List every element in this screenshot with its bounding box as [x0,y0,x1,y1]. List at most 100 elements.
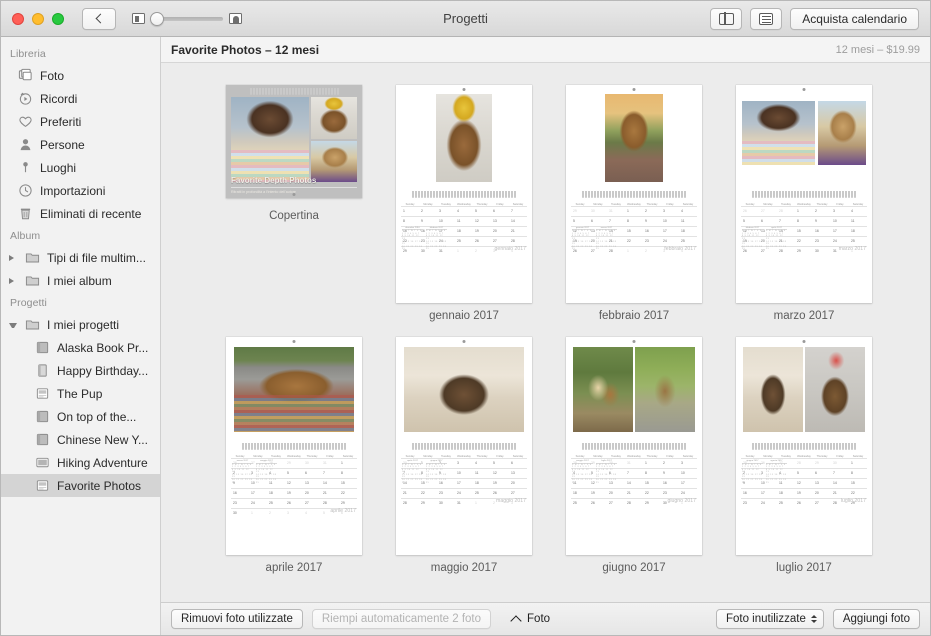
sidebar-item-persone[interactable]: Persone [1,133,160,156]
sidebar-item-tipi-di-file-multimediali[interactable]: Tipi di file multim... [1,246,160,269]
calendar-page[interactable]: Sunday Monday Tuesday Wednesday Thursday Frid… [226,337,362,555]
sidebar-item-foto[interactable]: Foto [1,64,160,87]
memories-play-icon [18,91,33,106]
page-cell-marzo[interactable]: Sunday Monday Tuesday Wednesday Thursday Frid… [719,85,889,322]
mini-calendar-prev: marzo 2017 S M T W T F S1 2 3 4 5 6 78 9 … [232,460,253,484]
sidebar-item-the-pup[interactable]: The Pup [1,382,160,405]
titlebar: Progetti Acquista calendario [1,1,930,37]
sidebar-item-alaska-book-project[interactable]: Alaska Book Pr... [1,336,160,359]
page-cell-gennaio[interactable]: Sunday Monday Tuesday Wednesday Thursday… [379,85,549,322]
page-caption: luglio 2017 [776,562,832,574]
disclosure-triangle-icon[interactable] [9,323,17,328]
back-button[interactable] [82,7,116,30]
page-cell-maggio[interactable]: Sunday Monday Tuesday Wednesday Thursday Frid… [379,337,549,574]
sidebar-item-label: Ricordi [40,91,78,106]
sidebar-item-on-top-of-the[interactable]: On top of the... [1,405,160,428]
page-caption: gennaio 2017 [429,310,499,322]
dow: Thursday [476,203,488,206]
calendar-cover-page[interactable]: Favorite Depth Photos Ritratti in profon… [226,85,362,198]
page-photo-2[interactable] [805,347,865,432]
spiral-binding [396,189,532,200]
page-photo[interactable] [605,94,663,182]
info-button[interactable] [750,7,783,30]
remove-used-photos-button[interactable]: Rimuovi foto utilizzate [171,609,303,629]
mini-calendars: gennaio 2017 S M T W T F S1 2 3 4 5 6 78 … [572,227,617,251]
disclosure-triangle-icon[interactable] [9,277,17,284]
sidebar-item-happy-birthday[interactable]: Happy Birthday... [1,359,160,382]
sidebar-item-i-miei-album[interactable]: I miei album [1,269,160,292]
slider-knob[interactable] [150,11,164,26]
mini-calendar-prev: maggio 2017 S M T W T F S1 2 3 4 5 6 78 9… [572,460,593,484]
photos-tray-label: Foto [527,613,551,625]
photos-tray-toggle[interactable]: Foto [510,613,551,627]
page-canvas[interactable]: Favorite Depth Photos Ritratti in profon… [161,63,930,602]
page-cell-febbraio[interactable]: Sunday Monday Tuesday Wednesday Thursday Frid… [549,85,719,322]
sidebar-item-label: Happy Birthday... [57,363,149,378]
day-headers: Sunday Monday Tuesday Wednesday Thursday Frid… [745,455,864,458]
page-photo[interactable] [436,94,492,182]
calendar-page[interactable]: Sunday Monday Tuesday Wednesday Thursday Frid… [396,337,532,555]
page-hole [632,340,636,343]
page-cell-aprile[interactable]: Sunday Monday Tuesday Wednesday Thursday Frid… [209,337,379,574]
thumbnail-size-slider[interactable] [132,11,242,26]
cover-photo-2[interactable] [310,97,357,139]
sidebar-item-luoghi[interactable]: Luoghi [1,156,160,179]
disclosure-triangle-icon[interactable] [9,254,17,261]
month-grid: Sunday Monday Tuesday Wednesday Thursday Frid… [566,452,702,508]
add-photos-button[interactable]: Aggiungi foto [832,609,920,629]
calendar-page[interactable]: Sunday Monday Tuesday Wednesday Thursday… [396,85,532,303]
sidebar-item-favorite-photos[interactable]: Favorite Photos [1,474,160,497]
calendar-page[interactable]: Sunday Monday Tuesday Wednesday Thursday Frid… [566,85,702,303]
page-row-2: Sunday Monday Tuesday Wednesday Thursday Frid… [161,337,930,574]
trash-icon [18,206,33,221]
page-photo-2[interactable] [635,347,695,432]
sidebar-item-label: Persone [40,137,85,152]
page-photo[interactable] [234,347,354,432]
week-row: 8 9 10 11 12 13 14 [401,216,527,226]
sidebar-item-i-miei-progetti[interactable]: I miei progetti [1,313,160,336]
split-view-button[interactable] [710,7,743,30]
calendar-page[interactable]: Sunday Monday Tuesday Wednesday Thursday Frid… [736,337,872,555]
week-row: 23 24 25 26 27 28 29 [231,498,357,508]
month-label: aprile 2017 [330,508,356,514]
sidebar: Libreria Foto Ricordi Preferiti Persone … [1,37,161,635]
calendar-page[interactable]: Sunday Monday Tuesday Wednesday Thursday Frid… [736,85,872,303]
zoom-button[interactable] [52,12,64,25]
buy-calendar-button[interactable]: Acquista calendario [790,7,919,30]
cover-photo-1[interactable] [231,97,309,182]
page-photo-1[interactable] [742,101,815,165]
month-label: giugno 2017 [667,498,696,504]
book-project-icon [35,409,50,424]
sidebar-item-eliminati-di-recente[interactable]: Eliminati di recente [1,202,160,225]
spiral-binding [566,189,702,200]
sidebar-item-ricordi[interactable]: Ricordi [1,87,160,110]
sidebar-item-preferiti[interactable]: Preferiti [1,110,160,133]
photo-filter-label: Foto inutilizzate [725,613,806,625]
sidebar-item-label: Favorite Photos [57,478,142,493]
calendar-page[interactable]: Sunday Monday Tuesday Wednesday Thursday Frid… [566,337,702,555]
week-row: 29 30 31 1 2 3 4 [571,206,697,216]
month-label: maggio 2017 [496,498,526,504]
close-button[interactable] [12,12,24,25]
sidebar-item-label: Tipi di file multim... [47,250,146,265]
sidebar-item-chinese-new-year[interactable]: Chinese New Y... [1,428,160,451]
sidebar-item-hiking-adventure[interactable]: Hiking Adventure [1,451,160,474]
sidebar-item-importazioni[interactable]: Importazioni [1,179,160,202]
minimize-button[interactable] [32,12,44,25]
page-cell-luglio[interactable]: Sunday Monday Tuesday Wednesday Thursday Frid… [719,337,889,574]
mini-calendar-prev: dicembre 2016 S M T W T F S1 2 3 4 5 6 78… [402,226,423,251]
page-photo-2[interactable] [817,101,866,165]
page-photo-1[interactable] [573,347,633,432]
sidebar-section-header-libreria: Libreria [10,48,46,60]
page-hole [802,340,806,343]
day-headers: Sunday Monday Tuesday Wednesday Thursday Frid… [575,203,694,206]
day-headers: Sunday Monday Tuesday Wednesday Thursday Frid… [745,203,864,206]
page-photo[interactable] [404,347,524,432]
page-photo-1[interactable] [743,347,803,432]
mini-calendars: giugno 2017 S M T W T F S1 2 3 4 5 6 78 9… [742,460,787,484]
week-row: 16 17 18 19 20 21 22 [741,488,867,498]
page-cell-cover[interactable]: Favorite Depth Photos Ritratti in profon… [209,85,379,322]
photo-filter-popup[interactable]: Foto inutilizzate [715,609,824,629]
page-cell-giugno[interactable]: Sunday Monday Tuesday Wednesday Thursday Frid… [549,337,719,574]
slider-track[interactable] [150,11,223,26]
